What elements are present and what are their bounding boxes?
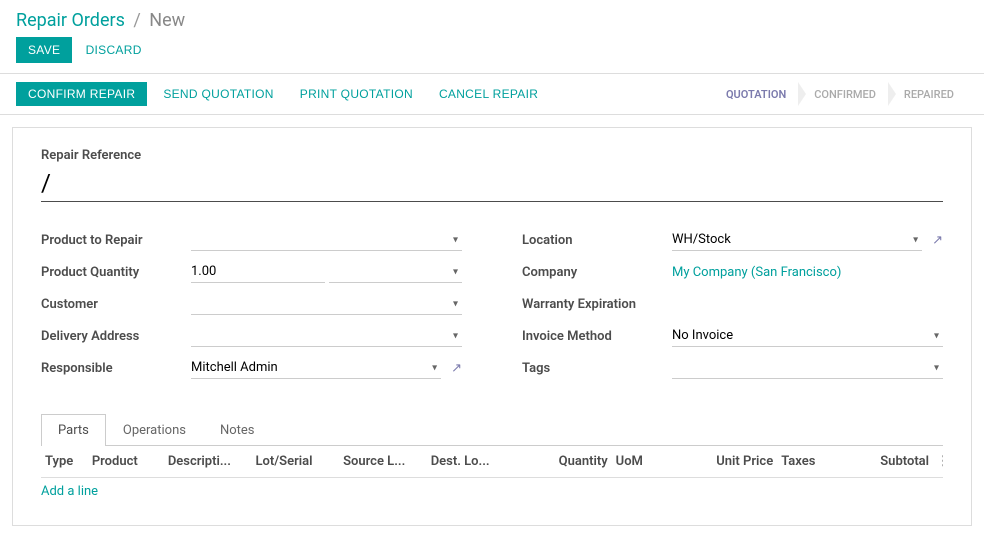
tab-parts[interactable]: Parts bbox=[41, 414, 106, 446]
product-to-repair-row: Product to Repair bbox=[41, 228, 462, 252]
customer-input[interactable] bbox=[191, 293, 462, 315]
product-quantity-label: Product Quantity bbox=[41, 265, 191, 280]
customer-label: Customer bbox=[41, 297, 191, 312]
invoice-method-label: Invoice Method bbox=[522, 329, 672, 344]
send-quotation-button[interactable]: Send Quotation bbox=[153, 82, 283, 106]
statusbar-steps: Quotation Confirmed Repaired bbox=[712, 82, 968, 107]
breadcrumb-current: New bbox=[149, 10, 185, 31]
external-link-icon[interactable]: ↗ bbox=[451, 361, 462, 376]
status-confirmed[interactable]: Confirmed bbox=[800, 82, 890, 107]
table-header: Type Product Descripti... Lot/Serial Sou… bbox=[41, 446, 943, 478]
product-quantity-row: Product Quantity bbox=[41, 260, 462, 284]
location-row: Location ↗ bbox=[522, 228, 943, 252]
responsible-label: Responsible bbox=[41, 361, 191, 376]
th-dest: Dest. Lo... bbox=[427, 454, 515, 469]
tab-operations[interactable]: Operations bbox=[106, 414, 203, 446]
th-description: Descripti... bbox=[164, 454, 252, 469]
responsible-input[interactable] bbox=[191, 357, 441, 379]
th-source: Source L... bbox=[339, 454, 427, 469]
repair-reference-input[interactable] bbox=[41, 167, 943, 202]
product-quantity-uom[interactable] bbox=[329, 261, 463, 283]
warranty-row: Warranty Expiration bbox=[522, 292, 943, 316]
th-lot: Lot/Serial bbox=[251, 454, 339, 469]
product-to-repair-input[interactable] bbox=[191, 229, 462, 251]
th-type: Type bbox=[41, 454, 88, 469]
discard-button[interactable]: Discard bbox=[76, 37, 152, 63]
add-line-link[interactable]: Add a line bbox=[41, 478, 943, 505]
location-label: Location bbox=[522, 233, 672, 248]
invoice-method-row: Invoice Method bbox=[522, 324, 943, 348]
th-unit-price: Unit Price bbox=[660, 454, 777, 469]
print-quotation-button[interactable]: Print Quotation bbox=[290, 82, 423, 106]
repair-reference-label: Repair Reference bbox=[41, 148, 943, 163]
delivery-address-input[interactable] bbox=[191, 325, 462, 347]
company-label: Company bbox=[522, 265, 672, 280]
customer-row: Customer bbox=[41, 292, 462, 316]
product-quantity-input[interactable] bbox=[191, 261, 325, 283]
responsible-row: Responsible ↗ bbox=[41, 356, 462, 380]
company-value[interactable]: My Company (San Francisco) bbox=[672, 265, 841, 280]
form-grid: Product to Repair Product Quantity Cu bbox=[41, 228, 943, 388]
action-buttons: Save Discard bbox=[0, 37, 984, 73]
th-menu-icon[interactable]: ⋮ bbox=[933, 454, 943, 469]
breadcrumb: Repair Orders / New bbox=[0, 0, 984, 37]
statusbar-actions: Confirm Repair Send Quotation Print Quot… bbox=[16, 82, 548, 106]
delivery-address-row: Delivery Address bbox=[41, 324, 462, 348]
cancel-repair-button[interactable]: Cancel Repair bbox=[429, 82, 548, 106]
warranty-input[interactable] bbox=[672, 294, 943, 315]
th-quantity: Quantity bbox=[514, 454, 611, 469]
th-product: Product bbox=[88, 454, 164, 469]
external-link-icon[interactable]: ↗ bbox=[932, 233, 943, 248]
form-sheet: Repair Reference Product to Repair Produ… bbox=[12, 127, 972, 526]
form-left-column: Product to Repair Product Quantity Cu bbox=[41, 228, 462, 388]
save-button[interactable]: Save bbox=[16, 37, 72, 63]
status-quotation[interactable]: Quotation bbox=[712, 82, 800, 107]
confirm-repair-button[interactable]: Confirm Repair bbox=[16, 82, 147, 106]
product-to-repair-label: Product to Repair bbox=[41, 233, 191, 248]
company-row: Company My Company (San Francisco) bbox=[522, 260, 943, 284]
breadcrumb-parent[interactable]: Repair Orders bbox=[16, 10, 125, 31]
delivery-address-label: Delivery Address bbox=[41, 329, 191, 344]
statusbar: Confirm Repair Send Quotation Print Quot… bbox=[0, 73, 984, 115]
th-uom: UoM bbox=[612, 454, 661, 469]
invoice-method-input[interactable] bbox=[672, 325, 943, 347]
tabs: Parts Operations Notes bbox=[41, 414, 943, 446]
th-subtotal: Subtotal bbox=[836, 454, 933, 469]
breadcrumb-separator: / bbox=[133, 10, 140, 31]
form-right-column: Location ↗ Company My Company (San Franc… bbox=[522, 228, 943, 388]
tags-label: Tags bbox=[522, 361, 672, 376]
location-input[interactable] bbox=[672, 229, 922, 251]
th-taxes: Taxes bbox=[777, 454, 836, 469]
tags-row: Tags bbox=[522, 356, 943, 380]
status-repaired[interactable]: Repaired bbox=[890, 82, 968, 107]
warranty-label: Warranty Expiration bbox=[522, 297, 672, 312]
tags-input[interactable] bbox=[672, 357, 943, 379]
tab-notes[interactable]: Notes bbox=[203, 414, 272, 446]
